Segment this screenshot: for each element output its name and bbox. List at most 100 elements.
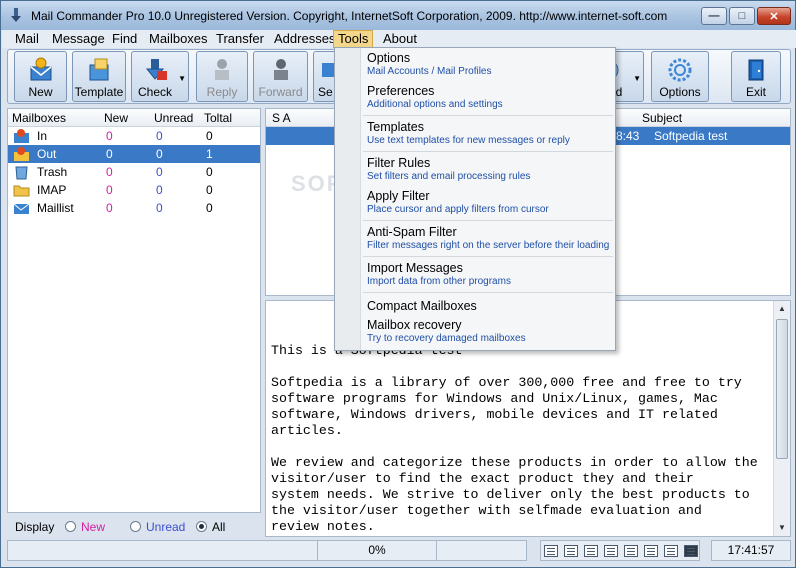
new-button[interactable]: New: [14, 51, 67, 102]
template-icon: [89, 58, 109, 81]
mailbox-row-imap[interactable]: IMAP 0 0 0: [8, 181, 260, 199]
display-all-label[interactable]: All: [212, 520, 225, 534]
scroll-up-icon[interactable]: ▲: [774, 301, 790, 317]
reply-button[interactable]: Reply: [196, 51, 248, 102]
view-layout-1-icon[interactable]: [544, 545, 558, 557]
maximize-button[interactable]: □: [729, 7, 755, 25]
view-layout-2-icon[interactable]: [564, 545, 578, 557]
mailbox-unread-count: 0: [156, 165, 163, 179]
menu-item-apply-filter[interactable]: Apply Filter Place cursor and apply filt…: [367, 189, 612, 215]
folder-icon: [13, 185, 30, 197]
menu-about[interactable]: About: [379, 30, 421, 48]
mailbox-total-count: 0: [206, 129, 213, 143]
scroll-down-icon[interactable]: ▼: [774, 520, 790, 536]
app-window: Mail Commander Pro 10.0 Unregistered Ver…: [0, 0, 796, 568]
progress-text: 0%: [368, 543, 386, 557]
view-layout-4-icon[interactable]: [604, 545, 618, 557]
mailbox-pane: Mailboxes New Unread Toltal In 0 0 0 Out…: [7, 108, 261, 513]
mailbox-unread-count: 0: [156, 183, 163, 197]
display-label: Display: [15, 520, 55, 534]
mailbox-row-in[interactable]: In 0 0 0: [8, 127, 260, 145]
mailbox-name: In: [37, 129, 48, 143]
mailbox-total-count: 0: [206, 201, 213, 215]
menu-item-filter-rules[interactable]: Filter Rules Set filters and email proce…: [367, 156, 612, 182]
menu-item-desc: Place cursor and apply filters from curs…: [367, 204, 549, 215]
send-receive-dropdown-arrow-icon[interactable]: ▼: [633, 74, 641, 83]
minimize-button[interactable]: —: [701, 7, 727, 25]
exit-door-icon: [748, 59, 764, 81]
display-new-label[interactable]: New: [81, 520, 105, 534]
mailbox-row-trash[interactable]: Trash 0 0 0: [8, 163, 260, 181]
menu-item-title: Options: [367, 51, 411, 65]
menu-separator: [363, 151, 613, 152]
app-logo-icon: [11, 8, 21, 22]
minimize-icon: —: [708, 10, 720, 22]
mailbox-row-out[interactable]: Out 0 0 1: [8, 145, 260, 163]
menu-item-title: Import Messages: [367, 261, 463, 275]
menu-item-templates[interactable]: Templates Use text templates for new mes…: [367, 120, 612, 146]
inbox-icon: [14, 129, 29, 143]
exit-button[interactable]: Exit: [731, 51, 781, 102]
check-mail-icon: [145, 59, 167, 80]
scroll-thumb[interactable]: [776, 319, 788, 459]
menu-item-import-messages[interactable]: Import Messages Import data from other p…: [367, 261, 612, 287]
menu-transfer[interactable]: Transfer: [212, 30, 268, 48]
col-total[interactable]: Toltal: [204, 111, 232, 125]
status-bar: 0% 17:41:57: [7, 540, 791, 562]
close-button[interactable]: ✕: [757, 7, 791, 25]
check-dropdown-arrow-icon[interactable]: ▼: [178, 74, 186, 83]
outbox-icon: [14, 147, 29, 161]
view-layout-5-icon[interactable]: [624, 545, 638, 557]
mailbox-total-count: 0: [206, 183, 213, 197]
display-new-radio[interactable]: [65, 521, 76, 532]
col-new[interactable]: New: [104, 111, 128, 125]
menu-item-preferences[interactable]: Preferences Additional options and setti…: [367, 84, 612, 110]
reply-button-label: Reply: [206, 85, 238, 99]
menu-item-desc: Import data from other programs: [367, 276, 511, 287]
options-button[interactable]: Options: [651, 51, 709, 102]
view-layout-3-icon[interactable]: [584, 545, 598, 557]
reply-icon: [215, 59, 229, 80]
mailbox-row-maillist[interactable]: Maillist 0 0 0: [8, 199, 260, 217]
template-button[interactable]: Template: [72, 51, 126, 102]
preview-scrollbar[interactable]: ▲ ▼: [773, 301, 790, 536]
col-mailboxes[interactable]: Mailboxes: [12, 111, 66, 125]
menu-item-title: Templates: [367, 120, 424, 134]
save-disk-icon[interactable]: [684, 545, 698, 557]
menu-separator: [363, 292, 613, 293]
col-unread[interactable]: Unread: [154, 111, 193, 125]
menu-message[interactable]: Message: [48, 30, 109, 48]
menu-item-options[interactable]: Options Mail Accounts / Mail Profiles: [367, 51, 612, 77]
display-unread-radio[interactable]: [130, 521, 141, 532]
col-status[interactable]: S A: [272, 111, 291, 125]
forward-button[interactable]: Forward: [253, 51, 308, 102]
view-layout-7-icon[interactable]: [664, 545, 678, 557]
menu-tools[interactable]: Tools: [333, 30, 374, 48]
maximize-icon: □: [738, 10, 746, 22]
new-button-label: New: [28, 85, 53, 99]
menu-mail[interactable]: Mail: [11, 30, 43, 48]
menu-item-title: Filter Rules: [367, 156, 431, 170]
message-subject: Softpedia test: [654, 129, 728, 143]
menu-addresses[interactable]: Addresses: [270, 30, 339, 48]
view-layout-6-icon[interactable]: [644, 545, 658, 557]
mailbox-total-count: 0: [206, 165, 213, 179]
close-icon: ✕: [769, 10, 779, 23]
display-all-radio[interactable]: [196, 521, 207, 532]
menu-item-title: Compact Mailboxes: [367, 299, 477, 313]
clock-text: 17:41:57: [727, 543, 775, 557]
col-subject[interactable]: Subject: [642, 111, 682, 125]
menu-separator: [363, 220, 613, 221]
menu-item-compact-mailboxes[interactable]: Compact Mailboxes: [367, 299, 612, 313]
menu-item-desc: Additional options and settings: [367, 99, 503, 110]
progress-indicator: 0%: [317, 540, 437, 561]
menu-item-anti-spam[interactable]: Anti-Spam Filter Filter messages right o…: [367, 225, 612, 251]
display-unread-label[interactable]: Unread: [146, 520, 185, 534]
menu-item-title: Preferences: [367, 84, 435, 98]
menu-mailboxes[interactable]: Mailboxes: [145, 30, 212, 48]
menu-item-mailbox-recovery[interactable]: Mailbox recovery Try to recovery damaged…: [367, 318, 612, 344]
message-body: This is a Softpedia test Softpedia is a …: [271, 343, 758, 534]
forward-button-label: Forward: [258, 85, 303, 99]
menu-find[interactable]: Find: [108, 30, 141, 48]
check-button[interactable]: ▼ Check: [131, 51, 189, 102]
